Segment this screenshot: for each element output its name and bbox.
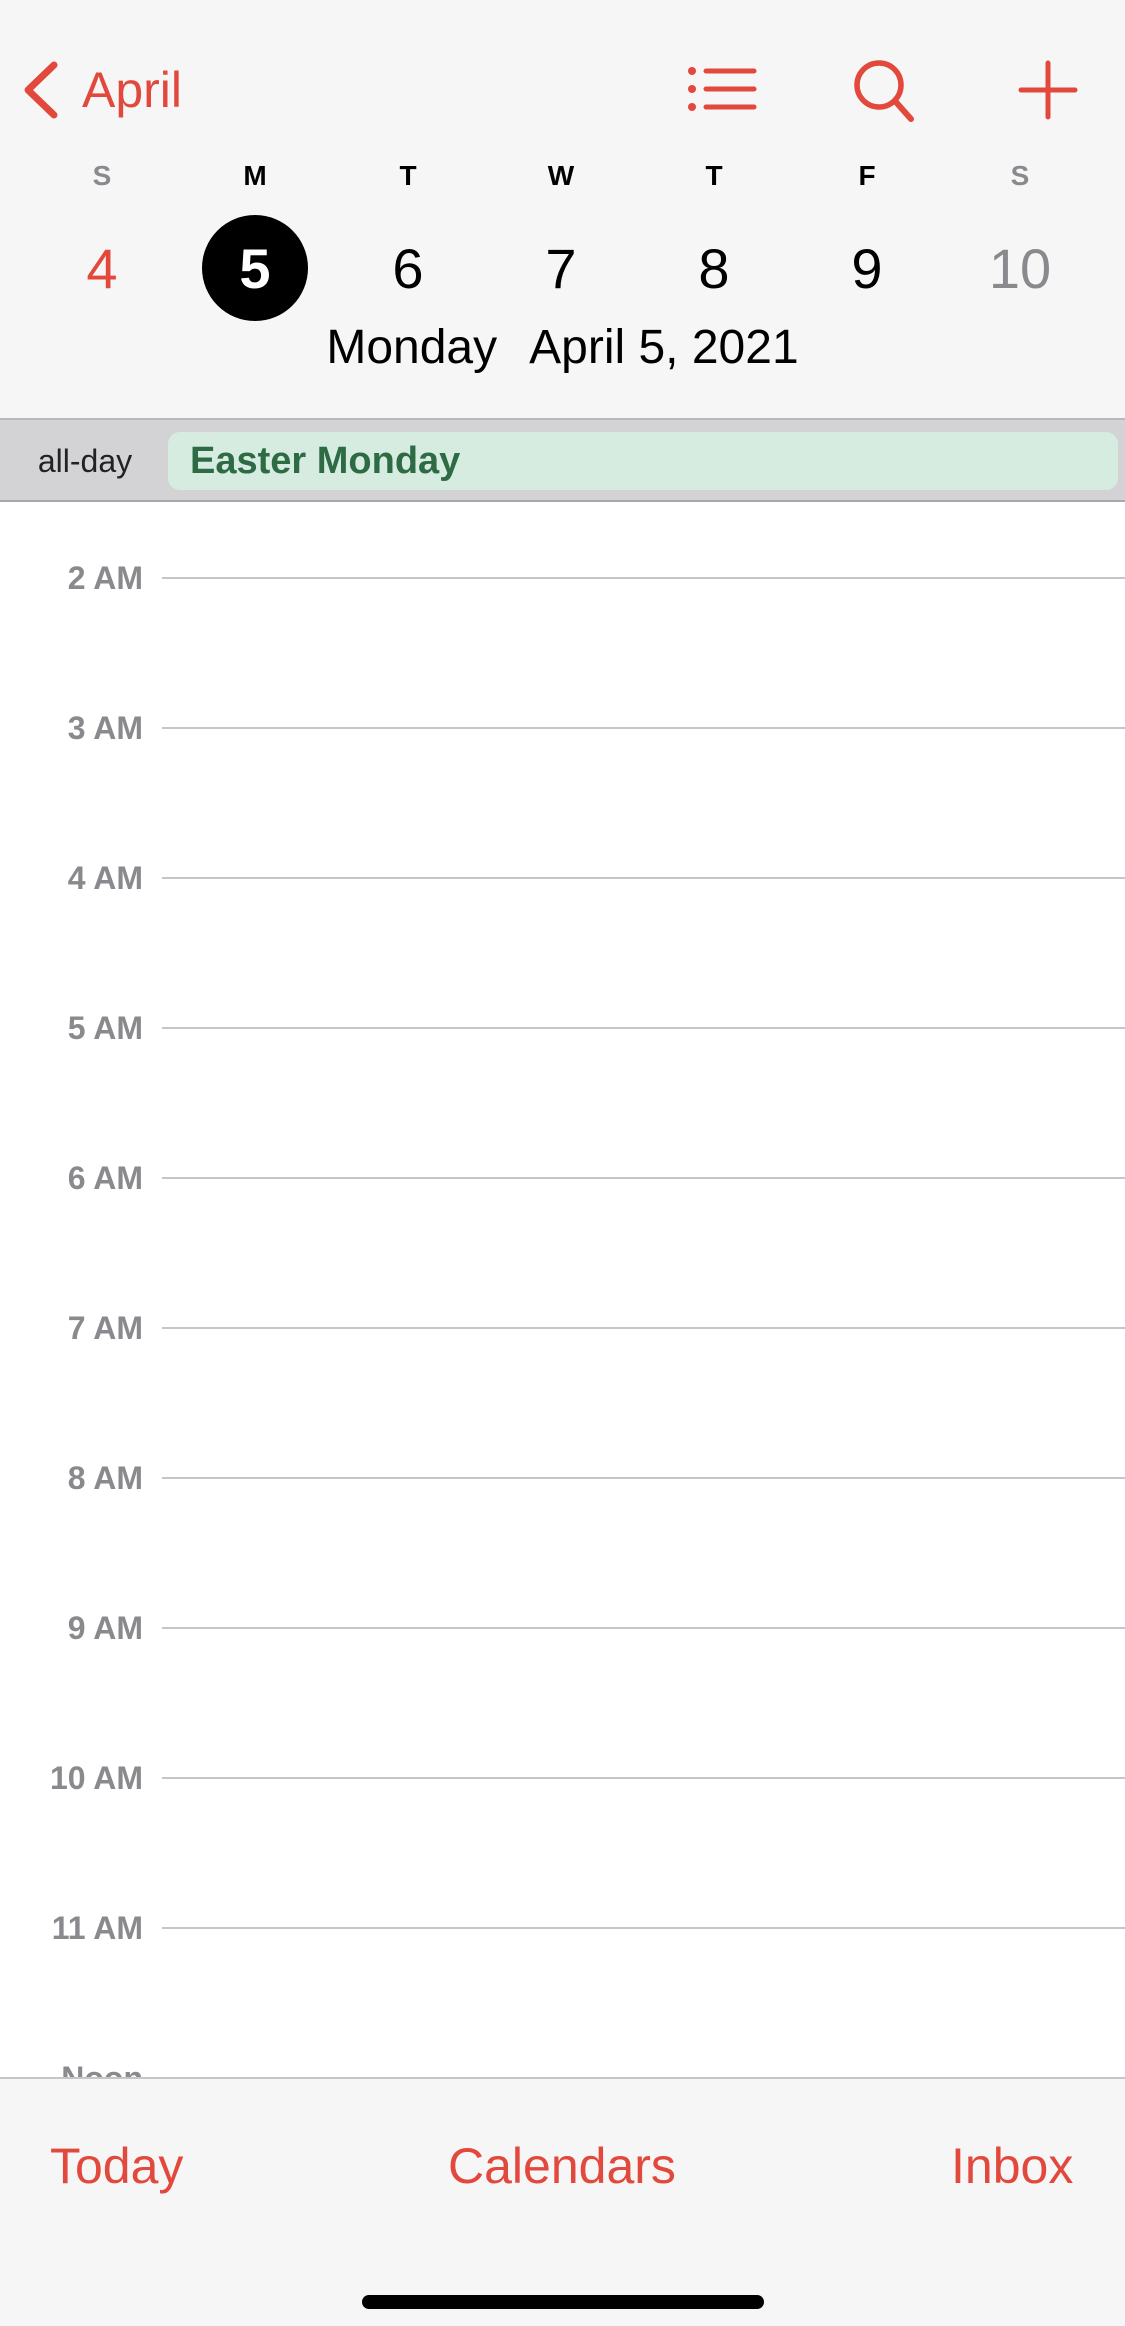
day-5-selected[interactable]: 5 <box>202 215 308 321</box>
weekday-sunday: S <box>92 160 112 191</box>
weekday-tuesday: T <box>399 160 417 191</box>
day-7[interactable]: 7 <box>508 215 614 321</box>
hour-label: 6 AM <box>67 1160 143 1196</box>
calendars-button[interactable]: Calendars <box>448 2137 676 2195</box>
hour-gridline <box>162 1627 1125 1629</box>
back-to-month-button[interactable]: April <box>20 55 182 125</box>
bottom-toolbar: Today Calendars Inbox <box>0 2077 1125 2326</box>
hour-label: 8 AM <box>67 1460 143 1496</box>
selected-date-title: Monday April 5, 2021 <box>0 320 1125 375</box>
hour-label: 2 AM <box>67 560 143 596</box>
calendar-header: April S M T W T F S 4 5 6 7 8 9 10 Monda… <box>0 0 1125 420</box>
hour-row: 5 AM <box>0 1008 1125 1048</box>
weekday-thursday: T <box>705 160 723 191</box>
back-label: April <box>82 62 183 118</box>
plus-icon <box>1018 60 1078 120</box>
hour-label: 9 AM <box>67 1610 143 1646</box>
hour-row: 11 AM <box>0 1908 1125 1948</box>
hour-row: 2 AM <box>0 558 1125 598</box>
calendar-app: April S M T W T F S 4 5 6 7 8 9 10 Monda… <box>0 0 1125 2326</box>
hour-row: 3 AM <box>0 708 1125 748</box>
inbox-button[interactable]: Inbox <box>951 2137 1073 2195</box>
hour-label: 7 AM <box>67 1310 143 1346</box>
hour-label: 11 AM <box>51 1910 143 1946</box>
hour-gridline <box>162 1327 1125 1329</box>
hour-gridline <box>162 1027 1125 1029</box>
hour-row: 6 AM <box>0 1158 1125 1198</box>
hour-gridline <box>162 877 1125 879</box>
list-icon <box>688 67 757 111</box>
today-button[interactable]: Today <box>50 2137 183 2195</box>
hour-label: 5 AM <box>67 1010 143 1046</box>
day-10[interactable]: 10 <box>967 215 1073 321</box>
day-4[interactable]: 4 <box>49 215 155 321</box>
hour-gridline <box>162 1177 1125 1179</box>
hour-row: 4 AM <box>0 858 1125 898</box>
hour-row: 8 AM <box>0 1458 1125 1498</box>
search-icon <box>854 60 914 122</box>
all-day-section: all-day Easter Monday <box>0 420 1125 502</box>
week-strip: 4 5 6 7 8 9 10 <box>0 215 1125 325</box>
hour-row: 9 AM <box>0 1608 1125 1648</box>
weekday-wednesday: W <box>547 160 575 191</box>
hour-label: 3 AM <box>67 710 143 746</box>
hour-label: 4 AM <box>67 860 143 896</box>
day-6[interactable]: 6 <box>355 215 461 321</box>
weekday-header: S M T W T F S <box>0 160 1125 200</box>
hour-row: 7 AM <box>0 1308 1125 1348</box>
weekday-friday: F <box>858 160 876 191</box>
home-indicator[interactable] <box>362 2295 764 2309</box>
hour-label: Noon <box>61 2060 143 2078</box>
selected-date: April 5, 2021 <box>529 321 799 374</box>
day-8[interactable]: 8 <box>661 215 767 321</box>
all-day-event[interactable]: Easter Monday <box>168 432 1118 490</box>
add-event-button[interactable] <box>1000 50 1090 130</box>
weekday-monday: M <box>243 160 267 191</box>
hour-row: 10 AM <box>0 1758 1125 1798</box>
all-day-label: all-day <box>37 442 133 479</box>
search-button[interactable] <box>840 50 930 130</box>
hour-gridline <box>162 1477 1125 1479</box>
hour-gridline <box>162 1927 1125 1929</box>
chevron-left-icon <box>24 61 58 119</box>
weekday-saturday: S <box>1010 160 1030 191</box>
hour-gridline <box>162 577 1125 579</box>
day-timeline[interactable]: 2 AM 3 AM 4 AM 5 AM 6 AM 7 AM 8 AM 9 AM <box>0 504 1125 2078</box>
hour-row: Noon <box>0 2058 1125 2078</box>
hour-label: 10 AM <box>49 1760 143 1796</box>
selected-weekday: Monday <box>326 321 498 374</box>
hour-gridline <box>162 1777 1125 1779</box>
day-9[interactable]: 9 <box>814 215 920 321</box>
list-view-button[interactable] <box>675 50 765 130</box>
hour-gridline <box>162 727 1125 729</box>
